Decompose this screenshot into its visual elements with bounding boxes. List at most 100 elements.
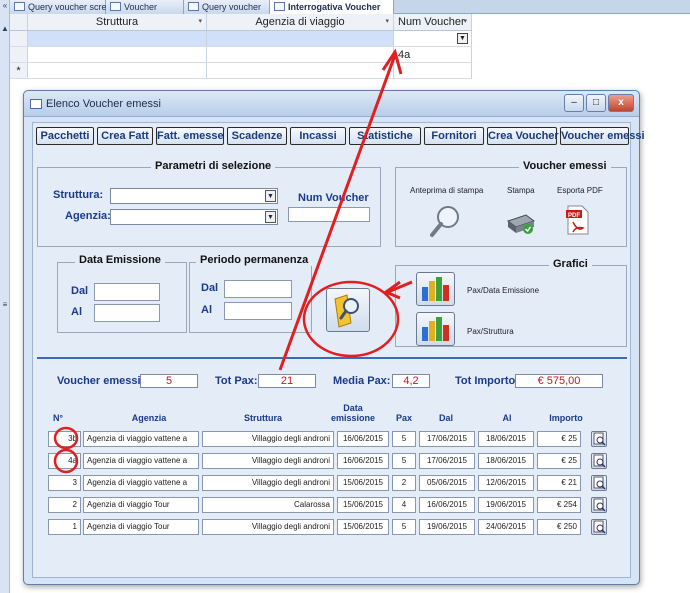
dropdown-arrow-icon[interactable]: ▼ xyxy=(457,33,468,44)
emissione-dal-input[interactable] xyxy=(94,283,160,301)
struttura-cell[interactable]: Villaggio degli androni xyxy=(202,453,334,469)
al-cell[interactable]: 24/06/2015 xyxy=(478,519,534,535)
column-header-agenzia[interactable]: Agenzia di viaggio ▾ xyxy=(207,14,394,30)
pax-cell[interactable]: 5 xyxy=(392,453,416,469)
row-selector[interactable] xyxy=(10,31,28,46)
sort-arrow-icon[interactable]: ▾ xyxy=(463,14,467,30)
numero-cell[interactable]: 1 xyxy=(48,519,81,535)
pax-cell[interactable]: 5 xyxy=(392,519,416,535)
permanenza-dal-input[interactable] xyxy=(224,280,292,298)
new-num-voucher-cell[interactable] xyxy=(394,63,472,78)
emissione-cell[interactable]: 15/06/2015 xyxy=(337,497,389,513)
numero-cell[interactable]: 3b xyxy=(48,431,81,447)
dal-cell[interactable]: 17/06/2015 xyxy=(419,431,475,447)
chevron-left-icon[interactable]: « xyxy=(0,1,10,11)
fornitori-button[interactable]: Fornitori xyxy=(424,127,484,145)
importo-cell[interactable]: € 25 xyxy=(537,431,581,447)
agenzia-combo[interactable]: ▼ xyxy=(110,209,278,225)
al-cell[interactable]: 12/06/2015 xyxy=(478,475,534,491)
pax-cell[interactable]: 2 xyxy=(392,475,416,491)
criteria-struttura-cell[interactable] xyxy=(28,31,207,46)
al-cell[interactable]: 19/06/2015 xyxy=(478,497,534,513)
close-button[interactable]: x xyxy=(608,94,634,112)
row-selector[interactable] xyxy=(10,47,28,62)
al-cell[interactable]: 18/06/2015 xyxy=(478,431,534,447)
cerca-voucher-button[interactable] xyxy=(326,288,370,332)
struttura-cell[interactable]: Villaggio degli androni xyxy=(202,431,334,447)
dal-cell[interactable]: 17/06/2015 xyxy=(419,453,475,469)
fatt-emesse-button[interactable]: Fatt. emesse xyxy=(156,127,224,145)
struttura-cell[interactable]: Villaggio degli androni xyxy=(202,475,334,491)
magnifier-icon[interactable] xyxy=(428,203,464,239)
dal-cell[interactable]: 19/06/2015 xyxy=(419,519,475,535)
incassi-button[interactable]: Incassi xyxy=(290,127,346,145)
value-agenzia-cell[interactable] xyxy=(207,47,394,62)
agenzia-cell[interactable]: Agenzia di viaggio vattene a xyxy=(83,475,199,491)
value-num-voucher-cell[interactable]: 4a xyxy=(394,47,472,62)
crea-voucher-button[interactable]: Crea Voucher xyxy=(487,127,559,145)
chevron-up-icon[interactable]: ▲ xyxy=(0,24,10,34)
permanenza-al-input[interactable] xyxy=(224,302,292,320)
anteprima-voucher-button[interactable] xyxy=(591,475,607,491)
tab-query-voucher[interactable]: Query voucher xyxy=(184,0,270,14)
al-cell[interactable]: 18/06/2015 xyxy=(478,453,534,469)
anteprima-voucher-button[interactable] xyxy=(591,519,607,535)
column-header-num-voucher[interactable]: Num Voucher ▾ xyxy=(394,14,472,30)
pax-data-chart-button[interactable] xyxy=(416,272,455,306)
sort-arrow-icon[interactable]: ▾ xyxy=(385,14,389,30)
emissione-cell[interactable]: 16/06/2015 xyxy=(337,453,389,469)
select-all-cell[interactable] xyxy=(10,14,28,30)
agenzia-cell[interactable]: Agenzia di viaggio vattene a xyxy=(83,453,199,469)
printer-icon[interactable] xyxy=(502,207,536,237)
minimize-button[interactable]: – xyxy=(564,94,584,112)
dropdown-arrow-icon[interactable]: ▼ xyxy=(265,190,276,202)
importo-cell[interactable]: € 254 xyxy=(537,497,581,513)
navigation-pane-strip[interactable]: « ▲ ≡ xyxy=(0,0,10,593)
struttura-cell[interactable]: Calarossa xyxy=(202,497,334,513)
sort-arrow-icon[interactable]: ▾ xyxy=(198,14,202,30)
agenzia-cell[interactable]: Agenzia di viaggio Tour xyxy=(83,497,199,513)
pacchetti-button[interactable]: Pacchetti xyxy=(36,127,94,145)
anteprima-voucher-button[interactable] xyxy=(591,453,607,469)
tab-query-voucher-screnati[interactable]: Query voucher screnati xyxy=(10,0,121,14)
dal-cell[interactable]: 05/06/2015 xyxy=(419,475,475,491)
tab-interrogativa-voucher[interactable]: Interrogativa Voucher xyxy=(270,0,394,14)
new-record-marker[interactable]: * xyxy=(10,63,28,78)
anteprima-voucher-button[interactable] xyxy=(591,497,607,513)
criteria-num-voucher-combo[interactable]: ▼ xyxy=(394,31,472,46)
splitter-grip-icon[interactable]: ≡ xyxy=(0,300,10,310)
voucher-emessi-button[interactable]: Voucher emessi xyxy=(560,127,645,145)
pax-cell[interactable]: 4 xyxy=(392,497,416,513)
emissione-cell[interactable]: 16/06/2015 xyxy=(337,431,389,447)
pdf-icon[interactable]: PDF xyxy=(566,204,590,236)
column-header-struttura[interactable]: Struttura ▾ xyxy=(28,14,207,30)
dal-cell[interactable]: 16/06/2015 xyxy=(419,497,475,513)
criteria-agenzia-cell[interactable] xyxy=(207,31,394,46)
new-agenzia-cell[interactable] xyxy=(207,63,394,78)
num-voucher-input[interactable] xyxy=(288,207,370,222)
importo-cell[interactable]: € 21 xyxy=(537,475,581,491)
tab-voucher[interactable]: Voucher xyxy=(106,0,184,14)
value-struttura-cell[interactable] xyxy=(28,47,207,62)
importo-cell[interactable]: € 250 xyxy=(537,519,581,535)
window-title-bar[interactable]: Elenco Voucher emessi – □ x xyxy=(24,91,639,117)
importo-cell[interactable]: € 25 xyxy=(537,453,581,469)
emissione-cell[interactable]: 15/06/2015 xyxy=(337,475,389,491)
numero-cell[interactable]: 4a xyxy=(48,453,81,469)
agenzia-cell[interactable]: Agenzia di viaggio Tour xyxy=(83,519,199,535)
scadenze-button[interactable]: Scadenze xyxy=(227,127,287,145)
numero-cell[interactable]: 3 xyxy=(48,475,81,491)
crea-fatt-button[interactable]: Crea Fatt xyxy=(97,127,153,145)
emissione-cell[interactable]: 15/06/2015 xyxy=(337,519,389,535)
pax-struttura-chart-button[interactable] xyxy=(416,312,455,346)
statistiche-button[interactable]: Statistiche xyxy=(349,127,421,145)
struttura-combo[interactable]: ▼ xyxy=(110,188,278,204)
anteprima-voucher-button[interactable] xyxy=(591,431,607,447)
numero-cell[interactable]: 2 xyxy=(48,497,81,513)
struttura-cell[interactable]: Villaggio degli androni xyxy=(202,519,334,535)
agenzia-cell[interactable]: Agenzia di viaggio vattene a xyxy=(83,431,199,447)
pax-cell[interactable]: 5 xyxy=(392,431,416,447)
emissione-al-input[interactable] xyxy=(94,304,160,322)
maximize-button[interactable]: □ xyxy=(586,94,606,112)
dropdown-arrow-icon[interactable]: ▼ xyxy=(265,211,276,223)
